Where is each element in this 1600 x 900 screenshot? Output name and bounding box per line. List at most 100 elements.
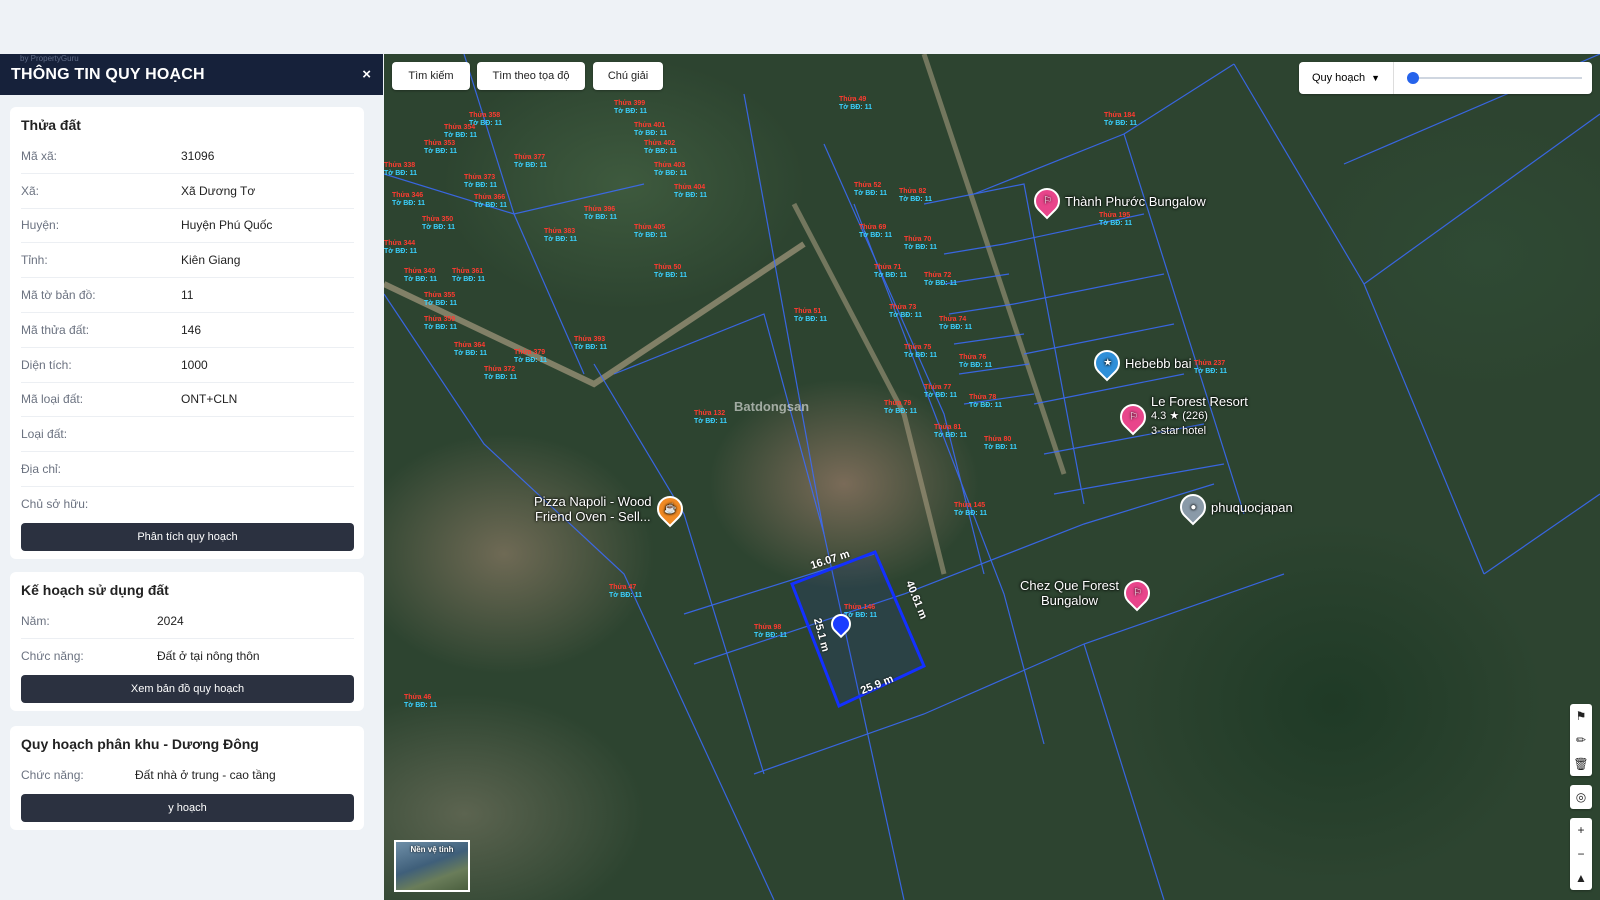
parcel-label[interactable]: Thửa 346 Tờ BĐ: 11 — [392, 192, 425, 208]
parcel-label[interactable]: Thửa 359 Tờ BĐ: 11 — [424, 316, 457, 332]
map-poi[interactable]: ☕ Pizza Napoli - Wood Friend Oven - Sell.… — [534, 490, 688, 528]
parcel-label[interactable]: Thửa 379 Tờ BĐ: 11 — [514, 349, 547, 365]
parcel-number: Thửa 51 — [794, 308, 822, 315]
parcel-label[interactable]: Thửa 77 Tờ BĐ: 11 — [924, 384, 957, 400]
trash-icon[interactable]: 🗑 — [1570, 752, 1592, 776]
parcel-label[interactable]: Thửa 75 Tờ BĐ: 11 — [904, 344, 937, 360]
parcel-label[interactable]: Thửa 402 Tờ BĐ: 11 — [644, 140, 677, 156]
parcel-label[interactable]: Thửa 361 Tờ BĐ: 11 — [452, 268, 485, 284]
layer-select[interactable]: Quy hoạch ▼ — [1299, 62, 1394, 94]
search-button[interactable]: Tìm kiếm — [392, 62, 470, 90]
parcel-label[interactable]: Thửa 366 Tờ BĐ: 11 — [474, 194, 507, 210]
ruler-icon[interactable]: ✏ — [1570, 728, 1592, 752]
close-icon[interactable]: × — [362, 66, 371, 83]
zoning-card: Quy hoạch phân khu - Dương Đông Chức năn… — [10, 726, 364, 830]
parcel-label[interactable]: Thửa 354 Tờ BĐ: 11 — [444, 124, 477, 140]
locate-icon[interactable]: ◎ — [1570, 785, 1592, 809]
map-sheet-number: Tờ BĐ: 11 — [889, 312, 922, 319]
parcel-label[interactable]: Thửa 353 Tờ BĐ: 11 — [424, 140, 457, 156]
parcel-label[interactable]: Thửa 145 Tờ BĐ: 11 — [954, 502, 987, 518]
map-sheet-number: Tờ BĐ: 11 — [924, 280, 957, 287]
parcel-number: Thửa 146 — [844, 604, 876, 611]
parcel-label[interactable]: Thửa 377 Tờ BĐ: 11 — [514, 154, 547, 170]
parcel-label[interactable]: Thửa 399 Tờ BĐ: 11 — [614, 100, 647, 116]
parcel-number: Thửa 354 — [444, 124, 476, 131]
parcel-label[interactable]: Thửa 237 Tờ BĐ: 11 — [1194, 360, 1227, 376]
slider-handle[interactable] — [1407, 72, 1420, 84]
parcel-label[interactable]: Thửa 405 Tờ BĐ: 11 — [634, 224, 667, 240]
parcel-label[interactable]: Thửa 81 Tờ BĐ: 11 — [934, 424, 967, 440]
layer-select-value: Quy hoạch — [1311, 72, 1366, 84]
parcel-label[interactable]: Thửa 52 Tờ BĐ: 11 — [854, 182, 887, 198]
map-poi[interactable]: ● phuquocjapan — [1174, 488, 1293, 526]
parcel-label[interactable]: Thửa 393 Tờ BĐ: 11 — [574, 336, 607, 352]
parcel-label[interactable]: Thửa 383 Tờ BĐ: 11 — [544, 228, 577, 244]
parcel-label[interactable]: Thửa 373 Tờ BĐ: 11 — [464, 174, 497, 190]
parcel-heading: Thửa đất — [21, 117, 81, 133]
parcel-label[interactable]: Thửa 69 Tờ BĐ: 11 — [859, 224, 892, 240]
parcel-label[interactable]: Thửa 338 Tờ BĐ: 11 — [384, 162, 417, 178]
info-label: Tỉnh: — [21, 253, 48, 268]
view-planning-map-button[interactable]: Xem bản đồ quy hoạch — [21, 674, 354, 703]
parcel-label[interactable]: Thửa 51 Tờ BĐ: 11 — [794, 308, 827, 324]
map-sheet-number: Tờ BĐ: 11 — [514, 357, 547, 364]
zoning-planning-button[interactable]: y hoạch — [21, 793, 354, 822]
parcel-label[interactable]: Thửa 401 Tờ BĐ: 11 — [634, 122, 667, 138]
map-sheet-number: Tờ BĐ: 11 — [694, 418, 727, 425]
parcel-label[interactable]: Thửa 70 Tờ BĐ: 11 — [904, 236, 937, 252]
parcel-label[interactable]: Thửa 49 Tờ BĐ: 11 — [839, 96, 872, 112]
land-use-card: Kế hoạch sử dụng đất Năm: 2024 Chức năng: Đ… — [10, 572, 364, 711]
parcel-label[interactable]: Thửa 184 Tờ BĐ: 11 — [1104, 112, 1137, 128]
parcel-label[interactable]: Thửa 46 Tờ BĐ: 11 — [404, 694, 437, 710]
satellite-map[interactable]: Batdongsan Thửa 358 Tờ BĐ: 11 Thửa 354 Tờ B… — [384, 54, 1600, 900]
info-row: Tỉnh: Kiên Giang — [21, 243, 354, 279]
parcel-label[interactable]: Thửa 76 Tờ BĐ: 11 — [959, 354, 992, 370]
parcel-label[interactable]: Thửa 344 Tờ BĐ: 11 — [384, 240, 417, 256]
info-row: Huyện: Huyện Phú Quốc — [21, 209, 354, 244]
zoom-out-icon[interactable]: − — [1570, 842, 1592, 866]
flag-icon[interactable]: ⚑ — [1570, 704, 1592, 728]
parcel-label[interactable]: Thửa 364 Tờ BĐ: 11 — [454, 342, 487, 358]
parcel-label[interactable]: Thửa 47 Tờ BĐ: 11 — [609, 584, 642, 600]
legend-button[interactable]: Chú giải — [593, 62, 663, 90]
parcel-label[interactable]: Thửa 82 Tờ BĐ: 11 — [899, 188, 932, 204]
zoom-in-icon[interactable]: + — [1570, 818, 1592, 842]
parcel-label[interactable]: Thửa 73 Tờ BĐ: 11 — [889, 304, 922, 320]
map-sheet-number: Tờ BĐ: 11 — [1099, 220, 1132, 227]
map-sheet-number: Tờ BĐ: 11 — [404, 702, 437, 709]
map-poi[interactable]: ⚐ Chez Que Forest Bungalow — [1020, 574, 1156, 612]
parcel-label[interactable]: Thửa 74 Tờ BĐ: 11 — [939, 316, 972, 332]
land-use-heading: Kế hoạch sử dụng đất — [21, 582, 169, 598]
map-sheet-number: Tờ BĐ: 11 — [424, 324, 457, 331]
map-sheet-number: Tờ BĐ: 11 — [452, 276, 485, 283]
parcel-label[interactable]: Thửa 132 Tờ BĐ: 11 — [694, 410, 727, 426]
map-sheet-number: Tờ BĐ: 11 — [422, 224, 455, 231]
parcel-label[interactable]: Thửa 355 Tờ BĐ: 11 — [424, 292, 457, 308]
parcel-label[interactable]: Thửa 72 Tờ BĐ: 11 — [924, 272, 957, 288]
parcel-label[interactable]: Thửa 404 Tờ BĐ: 11 — [674, 184, 707, 200]
search-by-coordinates-button[interactable]: Tìm theo tọa độ — [477, 62, 585, 90]
parcel-label[interactable]: Thửa 340 Tờ BĐ: 11 — [404, 268, 437, 284]
parcel-label[interactable]: Thửa 195 Tờ BĐ: 11 — [1099, 212, 1132, 228]
parcel-label[interactable]: Thửa 71 Tờ BĐ: 11 — [874, 264, 907, 280]
map-poi[interactable]: ⚐ Le Forest Resort 4.3 ★ (226) 3-star hotel — [1114, 394, 1248, 439]
parcel-label[interactable]: Thửa 372 Tờ BĐ: 11 — [484, 366, 517, 382]
basemap-switcher[interactable]: Nền vệ tinh — [394, 840, 470, 892]
map-poi[interactable]: ⚐ Thành Phước Bungalow — [1028, 182, 1206, 220]
parcel-label[interactable]: Thửa 78 Tờ BĐ: 11 — [969, 394, 1002, 410]
place-icon: ● — [1174, 488, 1212, 526]
parcel-label[interactable]: Thửa 79 Tờ BĐ: 11 — [884, 400, 917, 416]
analyze-planning-button[interactable]: Phân tích quy hoạch — [21, 522, 354, 551]
parcel-label[interactable]: Thửa 403 Tờ BĐ: 11 — [654, 162, 687, 178]
parcel-label[interactable]: Thửa 350 Tờ BĐ: 11 — [422, 216, 455, 232]
opacity-slider[interactable] — [1407, 62, 1582, 94]
map-poi[interactable]: ★ Hebebb bai — [1088, 344, 1192, 382]
compass-icon[interactable]: ▲ — [1570, 866, 1592, 890]
parcel-label[interactable]: Thửa 396 Tờ BĐ: 11 — [584, 206, 617, 222]
parcel-label[interactable]: Thửa 80 Tờ BĐ: 11 — [984, 436, 1017, 452]
parcel-number: Thửa 402 — [644, 140, 676, 147]
parcel-label[interactable]: Thửa 50 Tờ BĐ: 11 — [654, 264, 687, 280]
pin-glyph: ⚐ — [1042, 195, 1052, 207]
parcel-label[interactable]: Thửa 98 Tờ BĐ: 11 — [754, 624, 787, 640]
info-row: Xã: Xã Dương Tơ — [21, 174, 354, 209]
